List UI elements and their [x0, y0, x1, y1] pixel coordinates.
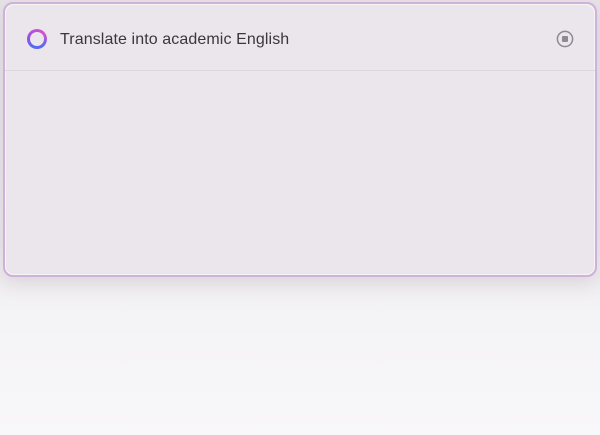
response-output-area: [5, 71, 595, 274]
stop-circle-icon: [556, 30, 574, 48]
ai-prompt-panel: Translate into academic English: [3, 2, 597, 277]
prompt-text: Translate into academic English: [60, 31, 290, 48]
stop-button[interactable]: [556, 30, 574, 48]
loading-ring-icon: [27, 29, 47, 49]
panel-header: Translate into academic English: [5, 4, 595, 71]
